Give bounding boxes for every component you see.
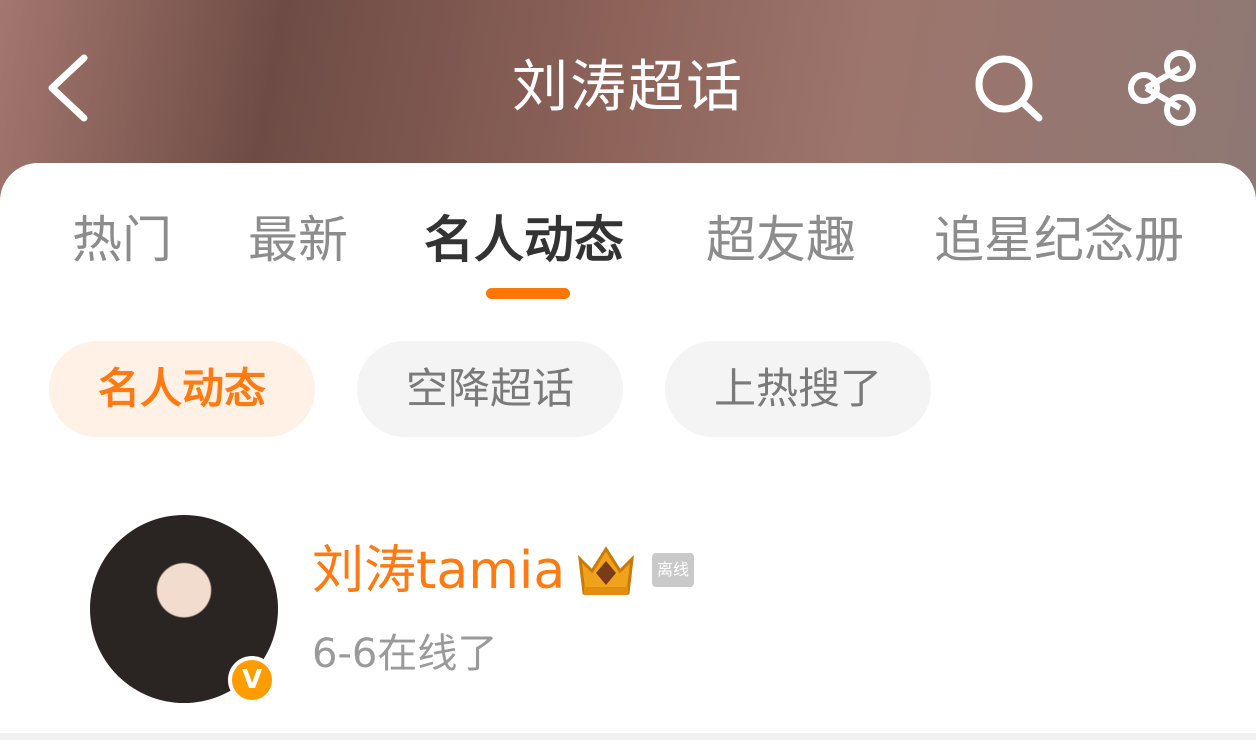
verified-badge: V <box>228 656 276 704</box>
filter-chip-celebrity-news[interactable]: 名人动态 <box>49 341 315 437</box>
tab-fan-album[interactable]: 追星纪念册 <box>934 203 1184 277</box>
tab-latest[interactable]: 最新 <box>248 203 348 277</box>
tab-hot[interactable]: 热门 <box>72 203 172 277</box>
search-icon <box>975 55 1043 122</box>
filter-chip-trending[interactable]: 上热搜了 <box>665 341 931 437</box>
search-button[interactable] <box>970 52 1050 124</box>
share-icon <box>1128 50 1196 126</box>
page-title: 刘涛超话 <box>512 55 744 120</box>
content-card: 热门 最新 名人动态 超友趣 追星纪念册 名人动态 空降超话 上热搜了 V 刘涛… <box>0 163 1256 733</box>
verified-icon: V <box>241 665 263 695</box>
active-tab-indicator <box>486 288 570 299</box>
filter-chip-drop-in[interactable]: 空降超话 <box>357 341 623 437</box>
tab-bar: 热门 最新 名人动态 超友趣 追星纪念册 <box>0 203 1256 283</box>
tab-fan-fun[interactable]: 超友趣 <box>706 203 856 277</box>
username[interactable]: 刘涛tamia <box>312 538 565 604</box>
tab-celebrity-news[interactable]: 名人动态 <box>424 203 624 277</box>
status-badge: 离线 <box>652 553 694 587</box>
share-button[interactable] <box>1120 48 1206 128</box>
crown-icon <box>578 546 634 595</box>
last-online-text: 6-6在线了 <box>312 631 498 677</box>
